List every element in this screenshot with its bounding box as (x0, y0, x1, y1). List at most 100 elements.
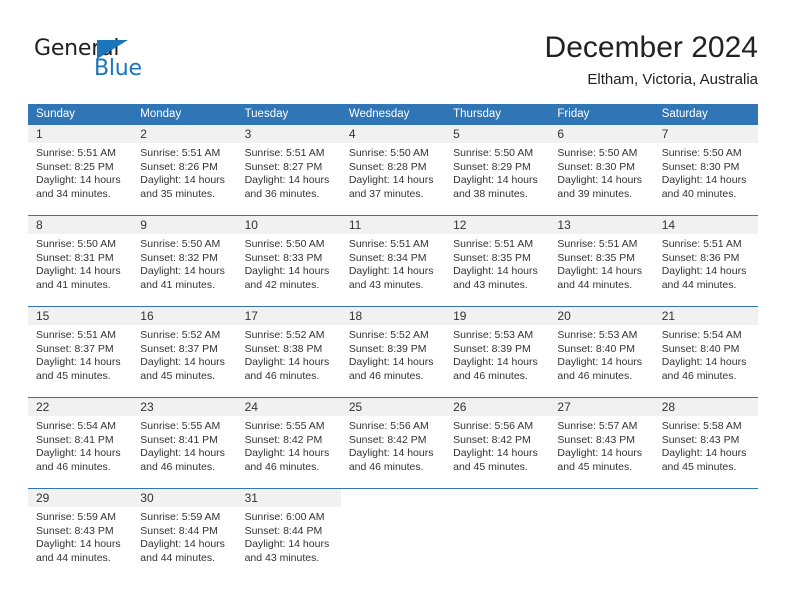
day-details: Sunrise: 5:52 AM Sunset: 8:38 PM Daylight:… (237, 325, 341, 383)
daylight-text-line2: and 46 minutes. (244, 460, 320, 473)
daylight-text-line2: and 43 minutes. (244, 551, 320, 564)
calendar-day-cell[interactable]: 25 Sunrise: 5:56 AM Sunset: 8:42 PM Dayligh… (340, 398, 446, 488)
sunrise-text: Sunrise: 5:51 AM (557, 238, 638, 250)
day-number-band: 24 (236, 398, 341, 416)
calendar-day-cell[interactable]: 7 Sunrise: 5:50 AM Sunset: 8:30 PM Daylight… (653, 125, 758, 215)
day-number: 16 (140, 309, 154, 323)
sunrise-text: Sunrise: 5:52 AM (140, 329, 221, 341)
day-number: 25 (348, 400, 363, 414)
daylight-text-line1: Daylight: 14 hours (140, 538, 225, 551)
day-number: 17 (244, 309, 258, 323)
sunset-text: Sunset: 8:25 PM (36, 160, 114, 173)
sunset-text: Sunset: 8:33 PM (244, 251, 323, 264)
day-details: Sunrise: 5:54 AM Sunset: 8:40 PM Daylight:… (654, 325, 758, 383)
weekday-header-friday: Friday (557, 108, 590, 120)
day-number-band: 27 (549, 398, 654, 416)
calendar-day-cell[interactable]: 1 Sunrise: 5:51 AM Sunset: 8:25 PM Daylight… (28, 125, 133, 215)
calendar-day-cell[interactable]: 14 Sunrise: 5:51 AM Sunset: 8:36 PM Dayligh… (653, 216, 758, 306)
day-details: Sunrise: 5:53 AM Sunset: 8:39 PM Daylight:… (445, 325, 549, 383)
weekday-header-row: Sunday Monday Tuesday Wednesday Thursday… (28, 104, 758, 125)
calendar-day-cell[interactable]: 27 Sunrise: 5:57 AM Sunset: 8:43 PM Dayligh… (549, 398, 654, 488)
day-number: 1 (36, 127, 43, 141)
sunrise-text: Sunrise: 5:51 AM (140, 147, 221, 159)
daylight-text-line2: and 35 minutes. (140, 187, 215, 200)
calendar-day-cell[interactable]: 17 Sunrise: 5:52 AM Sunset: 8:38 PM Dayligh… (236, 307, 341, 397)
sunrise-text: Sunrise: 5:57 AM (557, 420, 638, 432)
day-number: 12 (453, 218, 467, 232)
calendar-day-cell[interactable]: 3 Sunrise: 5:51 AM Sunset: 8:27 PM Daylight… (236, 125, 341, 215)
sunset-text: Sunset: 8:29 PM (453, 160, 531, 173)
daylight-text-line2: and 42 minutes. (244, 278, 320, 291)
daylight-text-line2: and 45 minutes. (557, 460, 633, 473)
calendar-week-inner: 22 Sunrise: 5:54 AM Sunset: 8:41 PM Dayligh… (28, 398, 758, 488)
day-number: 5 (453, 127, 460, 141)
day-number-band: 6 (549, 125, 654, 143)
day-details: Sunrise: 5:56 AM Sunset: 8:42 PM Daylight:… (445, 416, 549, 474)
calendar-day-cell[interactable]: 4 Sunrise: 5:50 AM Sunset: 8:28 PM Daylight… (340, 125, 446, 215)
sunset-text: Sunset: 8:43 PM (36, 524, 114, 537)
calendar-day-cell[interactable]: 19 Sunrise: 5:53 AM Sunset: 8:39 PM Dayligh… (445, 307, 550, 397)
day-number-band: 11 (340, 216, 446, 234)
calendar-day-cell[interactable]: 15 Sunrise: 5:51 AM Sunset: 8:37 PM Dayligh… (28, 307, 133, 397)
calendar-day-cell[interactable]: 12 Sunrise: 5:51 AM Sunset: 8:35 PM Dayligh… (445, 216, 550, 306)
daylight-text-line1: Daylight: 14 hours (453, 265, 538, 278)
calendar-day-cell[interactable]: 5 Sunrise: 5:50 AM Sunset: 8:29 PM Daylight… (445, 125, 550, 215)
calendar-day-cell[interactable]: 2 Sunrise: 5:51 AM Sunset: 8:26 PM Daylight… (132, 125, 237, 215)
calendar-day-cell[interactable]: 26 Sunrise: 5:56 AM Sunset: 8:42 PM Dayligh… (445, 398, 550, 488)
day-number: 22 (36, 400, 50, 414)
daylight-text-line2: and 46 minutes. (453, 369, 528, 382)
calendar-day-cell[interactable]: 10 Sunrise: 5:50 AM Sunset: 8:33 PM Dayligh… (236, 216, 341, 306)
calendar-day-cell[interactable]: 28 Sunrise: 5:58 AM Sunset: 8:43 PM Dayligh… (653, 398, 758, 488)
calendar-day-cell[interactable]: 16 Sunrise: 5:52 AM Sunset: 8:37 PM Dayligh… (132, 307, 237, 397)
sunrise-text: Sunrise: 5:50 AM (661, 147, 742, 159)
calendar-day-cell[interactable]: 31 Sunrise: 6:00 AM Sunset: 8:44 PM Dayligh… (236, 489, 341, 579)
calendar-day-cell[interactable]: 6 Sunrise: 5:50 AM Sunset: 8:30 PM Daylight… (549, 125, 654, 215)
calendar-day-cell[interactable]: 23 Sunrise: 5:55 AM Sunset: 8:41 PM Dayligh… (132, 398, 237, 488)
brand-logo[interactable]: General Blue (34, 36, 204, 84)
day-details: Sunrise: 5:50 AM Sunset: 8:28 PM Daylight:… (341, 143, 445, 201)
calendar-week-inner: 1 Sunrise: 5:51 AM Sunset: 8:25 PM Daylight… (28, 125, 758, 215)
daylight-text-line2: and 41 minutes. (140, 278, 215, 291)
calendar-day-cell[interactable]: 9 Sunrise: 5:50 AM Sunset: 8:32 PM Daylight… (132, 216, 237, 306)
calendar-day-cell[interactable]: 13 Sunrise: 5:51 AM Sunset: 8:35 PM Dayligh… (549, 216, 654, 306)
sunset-text: Sunset: 8:38 PM (244, 342, 323, 355)
daylight-text-line2: and 46 minutes. (661, 369, 737, 382)
sunset-text: Sunset: 8:30 PM (557, 160, 636, 173)
sunrise-text: Sunrise: 5:56 AM (348, 420, 429, 432)
sunrise-text: Sunrise: 5:58 AM (661, 420, 742, 432)
day-number: 9 (140, 218, 147, 232)
daylight-text-line1: Daylight: 14 hours (36, 174, 121, 187)
daylight-text-line2: and 43 minutes. (453, 278, 528, 291)
day-number-band: 20 (549, 307, 654, 325)
daylight-text-line2: and 44 minutes. (36, 551, 111, 564)
day-number-band: 10 (236, 216, 341, 234)
calendar-page: General Blue December 2024 Eltham, Victo… (0, 0, 792, 612)
sunrise-text: Sunrise: 5:50 AM (140, 238, 221, 250)
calendar-day-cell[interactable]: 24 Sunrise: 5:55 AM Sunset: 8:42 PM Dayligh… (236, 398, 341, 488)
daylight-text-line2: and 38 minutes. (453, 187, 528, 200)
calendar-day-cell[interactable]: 29 Sunrise: 5:59 AM Sunset: 8:43 PM Dayligh… (28, 489, 133, 579)
daylight-text-line1: Daylight: 14 hours (557, 356, 643, 369)
weekday-header-sunday: Sunday (36, 108, 76, 120)
daylight-text-line1: Daylight: 14 hours (36, 538, 121, 551)
day-number-band: 14 (653, 216, 758, 234)
day-number: 14 (661, 218, 676, 232)
day-number: 26 (453, 400, 467, 414)
calendar-day-cell[interactable]: 20 Sunrise: 5:53 AM Sunset: 8:40 PM Dayligh… (549, 307, 654, 397)
calendar-day-cell[interactable]: 30 Sunrise: 5:59 AM Sunset: 8:44 PM Dayligh… (132, 489, 237, 579)
sunrise-text: Sunrise: 5:50 AM (557, 147, 638, 159)
day-details: Sunrise: 5:51 AM Sunset: 8:34 PM Daylight:… (341, 234, 445, 292)
calendar-day-cell[interactable]: 22 Sunrise: 5:54 AM Sunset: 8:41 PM Dayligh… (28, 398, 133, 488)
calendar-day-cell[interactable]: 8 Sunrise: 5:50 AM Sunset: 8:31 PM Daylight… (28, 216, 133, 306)
calendar-day-cell[interactable]: 21 Sunrise: 5:54 AM Sunset: 8:40 PM Dayligh… (653, 307, 758, 397)
daylight-text-line2: and 34 minutes. (36, 187, 111, 200)
calendar-week-row: 8 Sunrise: 5:50 AM Sunset: 8:31 PM Daylight… (28, 215, 758, 306)
day-number: 19 (453, 309, 467, 323)
sunset-text: Sunset: 8:37 PM (140, 342, 218, 355)
daylight-text-line2: and 45 minutes. (453, 460, 528, 473)
day-number: 15 (36, 309, 50, 323)
calendar-day-cell[interactable]: 18 Sunrise: 5:52 AM Sunset: 8:39 PM Dayligh… (340, 307, 446, 397)
sunrise-text: Sunrise: 5:52 AM (348, 329, 429, 341)
day-details (445, 507, 549, 511)
calendar-day-cell[interactable]: 11 Sunrise: 5:51 AM Sunset: 8:34 PM Dayligh… (340, 216, 446, 306)
